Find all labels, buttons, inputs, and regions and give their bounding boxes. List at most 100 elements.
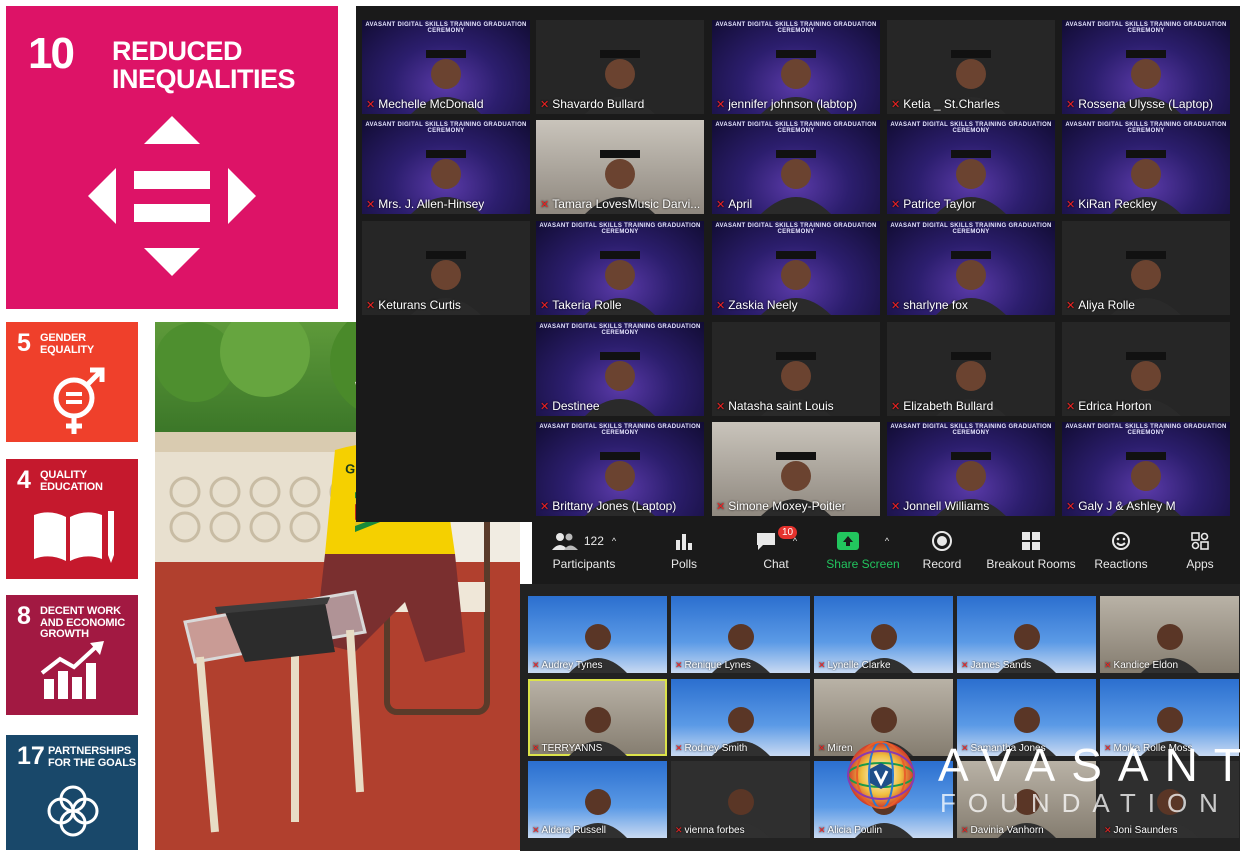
- participant-tile[interactable]: AVASANT DIGITAL SKILLS TRAINING GRADUATI…: [1062, 120, 1230, 214]
- participant-name: ✕ Mechelle McDonald: [366, 97, 484, 111]
- participant-tile[interactable]: ✕ Elizabeth Bullard: [887, 322, 1055, 416]
- muted-mic-icon: ✕: [540, 99, 550, 111]
- participant-tile[interactable]: ✕ Rodney Smith: [671, 679, 810, 756]
- sdg-8-number: 8: [17, 602, 31, 630]
- participant-name-text: April: [728, 197, 753, 211]
- participant-tile[interactable]: ✕ Ketia _ St.Charles: [887, 20, 1055, 114]
- participant-name: ✕ Tamara LovesMusic Darvi...: [540, 197, 700, 211]
- participant-tile[interactable]: AVASANT DIGITAL SKILLS TRAINING GRADUATI…: [536, 422, 704, 516]
- participant-name: ✕ Jonnell Williams: [891, 499, 989, 513]
- ceremony-banner: AVASANT DIGITAL SKILLS TRAINING GRADUATI…: [715, 22, 877, 34]
- participant-tile[interactable]: AVASANT DIGITAL SKILLS TRAINING GRADUATI…: [712, 120, 880, 214]
- participant-name: ✕ Rossena Ulysse (Laptop): [1066, 97, 1213, 111]
- participant-tile[interactable]: AVASANT DIGITAL SKILLS TRAINING GRADUATI…: [887, 422, 1055, 516]
- participant-tile[interactable]: AVASANT DIGITAL SKILLS TRAINING GRADUATI…: [887, 120, 1055, 214]
- participant-name-text: Tamara LovesMusic Darvi...: [552, 197, 701, 211]
- participant-name-text: Aldera Russell: [541, 825, 607, 836]
- muted-mic-icon: ✕: [540, 199, 550, 211]
- participant-tile[interactable]: ✕ Simone Moxey-Poitier: [712, 422, 880, 516]
- ceremony-banner: AVASANT DIGITAL SKILLS TRAINING GRADUATI…: [539, 424, 701, 436]
- participant-tile[interactable]: ✕ TERRYANNS: [528, 679, 667, 756]
- reactions-button[interactable]: Reactions: [1090, 530, 1152, 571]
- ceremony-banner: AVASANT DIGITAL SKILLS TRAINING GRADUATI…: [890, 122, 1052, 134]
- chat-button[interactable]: 10 ^ Chat: [746, 526, 806, 571]
- participant-name-text: sharlyne fox: [903, 298, 968, 312]
- participant-tile[interactable]: ✕ Lynelle Clarke: [814, 596, 953, 673]
- participant-name-text: Natasha saint Louis: [728, 399, 834, 413]
- chat-badge: 10: [778, 526, 798, 539]
- participant-tile[interactable]: AVASANT DIGITAL SKILLS TRAINING GRADUATI…: [362, 120, 530, 214]
- sdg-4-title: QUALITY EDUCATION: [40, 469, 103, 493]
- polls-button[interactable]: Polls: [662, 530, 706, 571]
- ceremony-banner: AVASANT DIGITAL SKILLS TRAINING GRADUATI…: [1065, 424, 1227, 436]
- participant-tile[interactable]: ✕ Tamara LovesMusic Darvi...: [536, 120, 704, 214]
- reduced-inequalities-icon: [88, 116, 256, 276]
- muted-mic-icon: ✕: [716, 199, 726, 211]
- participant-tile[interactable]: ✕ Keturans Curtis: [362, 221, 530, 315]
- breakout-rooms-button[interactable]: Breakout Rooms: [984, 530, 1078, 571]
- participant-name-text: Patrice Taylor: [903, 197, 976, 211]
- participant-name-text: Keturans Curtis: [378, 298, 461, 312]
- participant-tile[interactable]: AVASANT DIGITAL SKILLS TRAINING GRADUATI…: [362, 20, 530, 114]
- participants-button[interactable]: 122 ^ Participants: [544, 530, 624, 571]
- participant-name-text: Joni Saunders: [1113, 825, 1178, 836]
- participant-video: [761, 150, 831, 214]
- participant-tile[interactable]: AVASANT DIGITAL SKILLS TRAINING GRADUATI…: [712, 221, 880, 315]
- participant-tile[interactable]: AVASANT DIGITAL SKILLS TRAINING GRADUATI…: [712, 20, 880, 114]
- participant-tile[interactable]: ✕ Aldera Russell: [528, 761, 667, 838]
- muted-mic-icon: ✕: [1104, 825, 1112, 835]
- participant-tile[interactable]: AVASANT DIGITAL SKILLS TRAINING GRADUATI…: [887, 221, 1055, 315]
- muted-mic-icon: ✕: [716, 300, 726, 312]
- muted-mic-icon: ✕: [366, 199, 376, 211]
- sdg-8-tile: 8 DECENT WORK AND ECONOMIC GROWTH: [6, 595, 138, 715]
- ceremony-banner: AVASANT DIGITAL SKILLS TRAINING GRADUATI…: [365, 22, 527, 34]
- record-button[interactable]: Record: [918, 530, 966, 571]
- participant-name-text: Aliya Rolle: [1078, 298, 1135, 312]
- ceremony-banner: AVASANT DIGITAL SKILLS TRAINING GRADUATI…: [1065, 122, 1227, 134]
- participant-name: ✕ Takeria Rolle: [540, 298, 622, 312]
- participant-name: ✕ Natasha saint Louis: [716, 399, 834, 413]
- participant-tile[interactable]: ✕ Shavardo Bullard: [536, 20, 704, 114]
- sdg-17-title: PARTNERSHIPS FOR THE GOALS: [48, 745, 136, 769]
- participant-tile[interactable]: ✕ Audrey Tynes: [528, 596, 667, 673]
- participant-name-text: Edrica Horton: [1078, 399, 1152, 413]
- chevron-up-icon[interactable]: ^: [612, 536, 616, 546]
- muted-mic-icon: ✕: [540, 300, 550, 312]
- participants-icon: [551, 533, 578, 550]
- growth-chart-icon: [40, 641, 104, 699]
- participant-tile[interactable]: AVASANT DIGITAL SKILLS TRAINING GRADUATI…: [1062, 422, 1230, 516]
- participant-tile[interactable]: ✕ Aliya Rolle: [1062, 221, 1230, 315]
- ceremony-banner: AVASANT DIGITAL SKILLS TRAINING GRADUATI…: [539, 223, 701, 235]
- apps-button[interactable]: Apps: [1180, 530, 1220, 571]
- participant-tile[interactable]: ✕ Natasha saint Louis: [712, 322, 880, 416]
- chat-icon: [756, 533, 775, 550]
- muted-mic-icon: ✕: [716, 501, 726, 513]
- participant-tile[interactable]: ✕ James Sands: [957, 596, 1096, 673]
- participant-name: ✕ Ketia _ St.Charles: [891, 97, 1000, 111]
- muted-mic-icon: ✕: [1066, 300, 1076, 312]
- participant-tile[interactable]: ✕ Renique Lynes: [671, 596, 810, 673]
- participant-tile[interactable]: AVASANT DIGITAL SKILLS TRAINING GRADUATI…: [1062, 20, 1230, 114]
- muted-mic-icon: ✕: [532, 825, 540, 835]
- sdg-17-tile: 17 PARTNERSHIPS FOR THE GOALS: [6, 735, 138, 850]
- participant-name: ✕ Aliya Rolle: [1066, 298, 1135, 312]
- participant-tile[interactable]: ✕ Kandice Eldon: [1100, 596, 1239, 673]
- participant-tile[interactable]: AVASANT DIGITAL SKILLS TRAINING GRADUATI…: [536, 322, 704, 416]
- apps-icon: [1191, 532, 1209, 550]
- participants-count: 122: [583, 534, 604, 548]
- share-screen-button[interactable]: ^ Share Screen: [818, 530, 908, 571]
- participant-name-text: Kandice Eldon: [1113, 660, 1179, 671]
- participant-name-text: Shavardo Bullard: [552, 97, 645, 111]
- participant-tile[interactable]: AVASANT DIGITAL SKILLS TRAINING GRADUATI…: [536, 221, 704, 315]
- sdg-5-number: 5: [17, 329, 31, 357]
- participant-name: ✕ vienna forbes: [675, 825, 745, 836]
- breakout-rooms-label: Breakout Rooms: [986, 557, 1076, 571]
- muted-mic-icon: ✕: [540, 501, 550, 513]
- participant-name-text: Mechelle McDonald: [378, 97, 484, 111]
- participant-name-text: Simone Moxey-Poitier: [728, 499, 846, 513]
- participant-tile[interactable]: ✕ Edrica Horton: [1062, 322, 1230, 416]
- chevron-up-icon[interactable]: ^: [885, 536, 889, 546]
- participant-tile[interactable]: ✕ vienna forbes: [671, 761, 810, 838]
- ceremony-banner: AVASANT DIGITAL SKILLS TRAINING GRADUATI…: [715, 223, 877, 235]
- participant-name: ✕ Kandice Eldon: [1104, 660, 1178, 671]
